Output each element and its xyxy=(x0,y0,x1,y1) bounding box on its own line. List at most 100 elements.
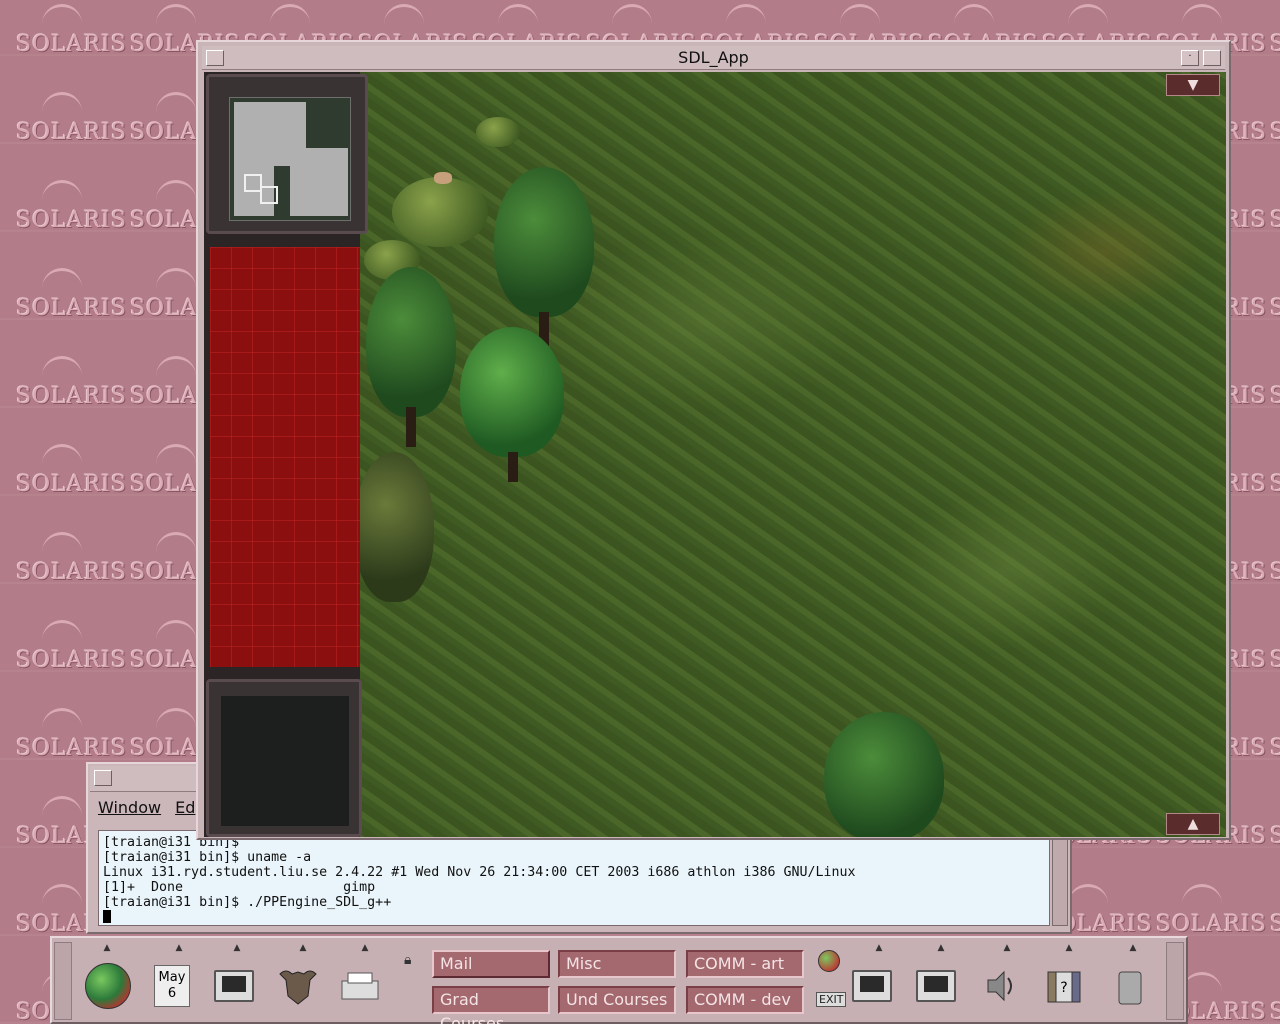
game-viewport[interactable]: ▼ ▲ xyxy=(204,72,1226,837)
subpanel-arrow-icon[interactable]: ▲ xyxy=(934,944,948,953)
sun-icon xyxy=(1182,884,1222,910)
window-menu-button[interactable] xyxy=(94,770,112,786)
solaris-logo: SOLARIS xyxy=(1262,90,1280,150)
globe-icon[interactable] xyxy=(84,962,132,1010)
terminal-output[interactable]: [traian@i31 bin]$ [traian@i31 bin]$ uname… xyxy=(98,830,1050,926)
subpanel-arrow-icon[interactable]: ▲ xyxy=(358,944,372,953)
sun-icon xyxy=(156,4,196,30)
terminal-line: [traian@i31 bin]$ ./PPEngine_SDL_g++ xyxy=(103,895,392,910)
command-grid-panel[interactable] xyxy=(210,247,360,667)
workspace-comm-dev-button[interactable]: COMM - dev xyxy=(686,986,804,1014)
solaris-logo: SOLARIS xyxy=(1262,178,1280,238)
minimap[interactable] xyxy=(229,97,351,221)
gnu-icon[interactable] xyxy=(274,962,322,1010)
workspace-und-courses-button[interactable]: Und Courses xyxy=(558,986,676,1014)
sun-icon xyxy=(498,4,538,30)
audio-icon[interactable] xyxy=(976,962,1024,1010)
workspace-mail-button[interactable]: Mail xyxy=(432,950,550,978)
sun-icon xyxy=(42,532,82,558)
subpanel-arrow-icon[interactable]: ▲ xyxy=(172,944,186,953)
sun-icon xyxy=(1182,972,1222,998)
subpanel-arrow-icon[interactable]: ▲ xyxy=(1000,944,1014,953)
calendar-icon[interactable]: May 6 xyxy=(148,962,196,1010)
side-panel xyxy=(204,72,368,837)
trash-icon[interactable] xyxy=(1106,962,1154,1010)
solaris-logo-text: SOLARIS xyxy=(16,736,127,761)
sun-icon xyxy=(42,180,82,206)
workspace-comm-art-button[interactable]: COMM - art xyxy=(686,950,804,978)
info-panel xyxy=(221,696,349,826)
minimap-viewport-marker[interactable] xyxy=(260,186,278,204)
solaris-logo-text: SOLARIS xyxy=(1270,648,1280,673)
small-globe-icon[interactable] xyxy=(818,950,840,972)
solaris-logo: SOLARIS xyxy=(1262,442,1280,502)
terminal-scrollbar[interactable] xyxy=(1052,830,1068,926)
front-panel-handle-right[interactable] xyxy=(1166,942,1184,1020)
sun-icon xyxy=(42,444,82,470)
sun-icon xyxy=(156,532,196,558)
sun-icon xyxy=(42,884,82,910)
subpanel-arrow-icon[interactable]: ▲ xyxy=(230,944,244,953)
sdl-titlebar[interactable]: SDL_App · xyxy=(202,46,1225,70)
subpanel-arrow-icon[interactable]: ▲ xyxy=(872,944,886,953)
help-books-icon[interactable]: ? xyxy=(1040,962,1088,1010)
workspace-misc-button[interactable]: Misc xyxy=(558,950,676,978)
sun-icon xyxy=(1182,4,1222,30)
sun-icon xyxy=(1068,884,1108,910)
sun-icon xyxy=(42,4,82,30)
terminal-line: Linux i31.ryd.student.liu.se 2.4.22 #1 W… xyxy=(103,865,856,880)
rock xyxy=(434,172,452,184)
solaris-logo: SOLARIS xyxy=(1262,618,1280,678)
sun-icon xyxy=(156,180,196,206)
sun-icon xyxy=(840,4,880,30)
exit-button[interactable]: EXIT xyxy=(816,992,847,1007)
sun-icon xyxy=(156,356,196,382)
solaris-logo-text: SOLARIS xyxy=(16,32,127,57)
window-menu-button[interactable] xyxy=(206,50,224,66)
terminal-menubar: Window Ed xyxy=(98,798,195,820)
minimap-frame xyxy=(206,74,368,234)
scroll-down-arrow-icon[interactable]: ▼ xyxy=(1166,74,1220,96)
solaris-logo-text: SOLARIS xyxy=(16,384,127,409)
workspace-grad-courses-button[interactable]: Grad Courses xyxy=(432,986,550,1024)
solaris-logo-text: SOLARIS xyxy=(1270,384,1280,409)
subpanel-arrow-icon[interactable]: ▲ xyxy=(100,944,114,953)
sun-icon xyxy=(270,4,310,30)
subpanel-arrow-icon[interactable]: ▲ xyxy=(1126,944,1140,953)
subpanel-arrow-icon[interactable]: ▲ xyxy=(1062,944,1076,953)
menu-edit[interactable]: Ed xyxy=(175,798,195,820)
printer-icon[interactable] xyxy=(336,962,384,1010)
solaris-logo-text: SOLARIS xyxy=(1156,912,1267,937)
sun-icon xyxy=(726,4,766,30)
subpanel-arrow-icon[interactable]: ▲ xyxy=(296,944,310,953)
lock-icon[interactable]: 🔒︎ xyxy=(404,952,411,968)
solaris-logo-text: SOLARIS xyxy=(1270,32,1280,57)
scroll-up-arrow-icon[interactable]: ▲ xyxy=(1166,813,1220,835)
sun-icon xyxy=(1068,4,1108,30)
front-panel-handle-left[interactable] xyxy=(54,942,72,1020)
sun-icon xyxy=(612,4,652,30)
maximize-button[interactable] xyxy=(1203,50,1221,66)
terminal-icon[interactable] xyxy=(848,962,896,1010)
svg-text:?: ? xyxy=(1060,980,1067,996)
solaris-logo: SOLARIS xyxy=(8,2,128,62)
solaris-logo-text: SOLARIS xyxy=(16,296,127,321)
solaris-logo: SOLARIS xyxy=(1148,882,1268,942)
computer-icon[interactable] xyxy=(210,962,258,1010)
menu-window[interactable]: Window xyxy=(98,798,161,820)
solaris-logo: SOLARIS xyxy=(8,90,128,150)
sun-icon xyxy=(42,796,82,822)
solaris-logo: SOLARIS xyxy=(8,354,128,414)
solaris-logo-text: SOLARIS xyxy=(1270,208,1280,233)
solaris-logo-text: SOLARIS xyxy=(1270,1000,1280,1024)
minimize-button[interactable]: · xyxy=(1181,50,1199,66)
workstation-icon[interactable] xyxy=(912,962,960,1010)
bush xyxy=(476,117,520,147)
solaris-logo: SOLARIS xyxy=(1262,882,1280,942)
sun-icon xyxy=(954,4,994,30)
text-cursor xyxy=(103,910,111,923)
sun-icon xyxy=(156,708,196,734)
sun-icon xyxy=(42,356,82,382)
sun-icon xyxy=(42,268,82,294)
terminal-line: [1]+ Done gimp xyxy=(103,880,376,895)
